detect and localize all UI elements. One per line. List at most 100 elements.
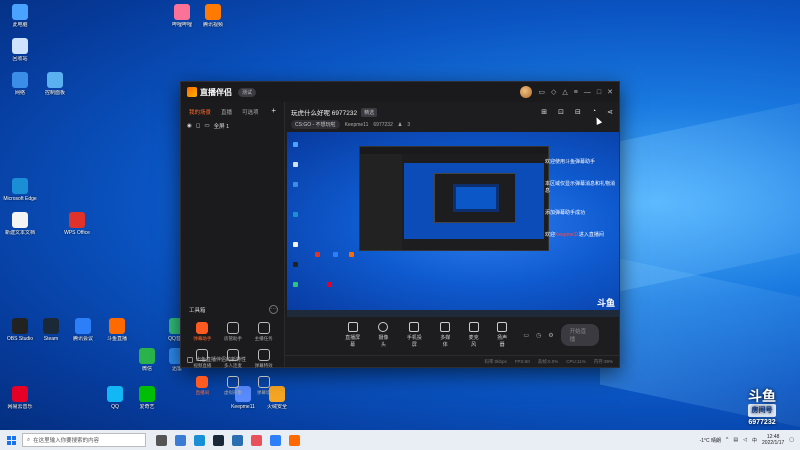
- desktop-icon[interactable]: 哔哩哔哩: [165, 4, 199, 28]
- add-scene-icon[interactable]: +: [271, 107, 276, 116]
- tool-icon: [257, 376, 270, 388]
- lock-icon[interactable]: ⊡: [558, 108, 564, 116]
- phone-icon: [409, 322, 420, 332]
- toolbox-item[interactable]: 房管助手: [218, 322, 249, 342]
- taskbar-app-icon[interactable]: [289, 434, 300, 446]
- gift-icon[interactable]: ◇: [551, 88, 556, 96]
- category-chip[interactable]: CS:GO - 不想玩啦: [291, 120, 340, 129]
- desktop-icon[interactable]: 回收站: [3, 38, 37, 62]
- source-button[interactable]: 摄像头: [376, 322, 390, 348]
- desktop-icon[interactable]: 此电脑: [3, 4, 37, 28]
- menu-icon[interactable]: ≡: [574, 89, 578, 96]
- room-actions: ⊞ ⊡ ⊟ ◔ ⋖: [541, 108, 613, 116]
- toolbox-item[interactable]: 弹幕特效: [248, 349, 279, 369]
- ime-icon[interactable]: 中: [752, 437, 757, 444]
- version-badge[interactable]: 测试: [238, 87, 257, 97]
- taskbar-app-icon[interactable]: [251, 434, 262, 446]
- taskbar-app-icon[interactable]: [213, 434, 224, 446]
- desktop-icon[interactable]: 微信: [130, 348, 164, 372]
- tool-label: 弹幕助手: [193, 336, 212, 341]
- preview-nested-titlebar: [360, 147, 548, 154]
- maximize-icon[interactable]: □: [597, 89, 601, 96]
- go-live-button[interactable]: 开始直播: [560, 324, 599, 346]
- weather-text[interactable]: -1°C 晴朗: [700, 437, 721, 444]
- user-avatar[interactable]: [520, 86, 533, 98]
- toolbox-item[interactable]: 主播任务: [248, 322, 279, 342]
- control-right: ▭ ◷ ⚙ 开始直播: [523, 324, 599, 346]
- desktop-icon[interactable]: 新建文本文档: [3, 212, 37, 236]
- tool-icon: [257, 322, 270, 334]
- network-icon[interactable]: ▤: [733, 437, 738, 443]
- desktop-icon-label: OBS Studio: [6, 336, 34, 342]
- desktop-icon[interactable]: QQ: [98, 386, 132, 410]
- chevron-up-icon[interactable]: ^: [726, 437, 728, 443]
- tab-live[interactable]: 直播: [221, 108, 232, 116]
- taskbar-app-icon[interactable]: [156, 434, 167, 446]
- eye-icon[interactable]: ◉: [187, 123, 192, 129]
- more-icon[interactable]: ···: [269, 305, 278, 314]
- notification-icon[interactable]: ▢: [789, 437, 794, 443]
- volume-icon[interactable]: ◁: [743, 437, 747, 443]
- start-button[interactable]: [0, 430, 22, 450]
- taskbar-app-icon[interactable]: [175, 434, 186, 446]
- minimize-icon[interactable]: —: [584, 89, 591, 96]
- app-icon: [69, 212, 85, 228]
- desktop-icon[interactable]: 爱奇艺: [130, 386, 164, 410]
- clock-icon[interactable]: ◷: [536, 332, 541, 339]
- desktop-icon[interactable]: 腾讯会议: [66, 318, 100, 342]
- taskbar-search[interactable]: ⌕ 在这里输入你要搜索的内容: [22, 433, 146, 447]
- app-icon: [139, 348, 155, 364]
- settings-icon[interactable]: ⚙: [548, 332, 553, 339]
- checkbox-icon[interactable]: [187, 356, 193, 363]
- app-icon: [205, 4, 221, 20]
- source-button[interactable]: 多媒体: [438, 322, 452, 348]
- source-controls: 直播屏幕 摄像头 手机投屏 多媒体 麦克风 扬声器 ▭ ◷ ⚙ 开始直播: [285, 320, 619, 350]
- gift-box-icon[interactable]: ⊞: [541, 108, 547, 116]
- room-title[interactable]: 玩虎什么好呢 6977232: [291, 107, 357, 117]
- desktop-icon-label: 此电脑: [12, 22, 28, 28]
- tab-my-scenes[interactable]: 我的场景: [189, 108, 211, 116]
- chat-icon[interactable]: ▭: [538, 88, 545, 96]
- desktop-icon[interactable]: 腾讯视频: [196, 4, 230, 28]
- desktop-icon-label: 腾讯会议: [72, 336, 93, 342]
- share-icon[interactable]: ⋖: [607, 108, 613, 116]
- app-icon: [174, 4, 190, 20]
- new-feature-tip[interactable]: 出色直播伴侣的新特性: [187, 356, 246, 363]
- stream-preview[interactable]: 欢迎使用斗鱼弹幕助手 本区域仅显示弹幕消息和礼物消息 添加弹幕助手成功 欢迎Ke…: [287, 132, 619, 317]
- close-icon[interactable]: ✕: [607, 88, 613, 96]
- taskbar-app-icon[interactable]: [194, 434, 205, 446]
- status-cpu: CPU:11%: [566, 359, 586, 364]
- desktop-icon[interactable]: 网易云音乐: [3, 386, 37, 410]
- toolbox-item[interactable]: 直播间: [187, 376, 218, 396]
- toolbox-item[interactable]: 弹幕助手: [187, 322, 218, 342]
- bell-icon[interactable]: ◔: [592, 108, 596, 116]
- tab-options[interactable]: 可选项: [242, 108, 259, 116]
- lock-icon[interactable]: ◻: [196, 123, 201, 129]
- source-button[interactable]: 麦克风: [466, 322, 480, 348]
- toolbox-item[interactable]: 虚拟形象: [218, 376, 249, 396]
- toolbox-item[interactable]: 弹幕墙: [248, 376, 279, 396]
- desktop-icon[interactable]: OBS Studio: [3, 318, 37, 342]
- flask-icon[interactable]: △: [562, 88, 567, 96]
- app-icon: [12, 318, 28, 334]
- desktop-icon[interactable]: 网络: [3, 72, 37, 96]
- taskbar-app-icon[interactable]: [232, 434, 243, 446]
- source-button[interactable]: 扬声器: [495, 322, 509, 348]
- desktop-icon[interactable]: Microsoft Edge: [3, 178, 37, 202]
- room-info: CS:GO - 不想玩啦 Keepme11 6977232 ♟ 3: [285, 117, 619, 132]
- desktop-icon[interactable]: 斗鱼直播: [100, 318, 134, 342]
- taskbar-app-icon[interactable]: [270, 434, 281, 446]
- desktop-icon[interactable]: WPS Office: [60, 212, 94, 236]
- source-button[interactable]: 直播屏幕: [343, 322, 362, 348]
- scene-item[interactable]: ◉ ◻ ▭ 全屏 1: [181, 120, 284, 132]
- preview-nested-screen-2: [453, 184, 499, 212]
- desktop-icon[interactable]: Steam: [34, 318, 68, 342]
- save-icon[interactable]: ⊟: [575, 108, 581, 116]
- desktop-icon-label: 哔哩哔哩: [171, 22, 192, 28]
- taskbar-clock[interactable]: 12:48 2022/1/17: [762, 434, 784, 446]
- app-icon: [12, 72, 28, 88]
- source-button[interactable]: 手机投屏: [405, 322, 424, 348]
- desktop-icon[interactable]: 控制面板: [38, 72, 72, 96]
- record-icon[interactable]: ▭: [523, 332, 529, 339]
- source-button-label: 麦克风: [468, 335, 479, 348]
